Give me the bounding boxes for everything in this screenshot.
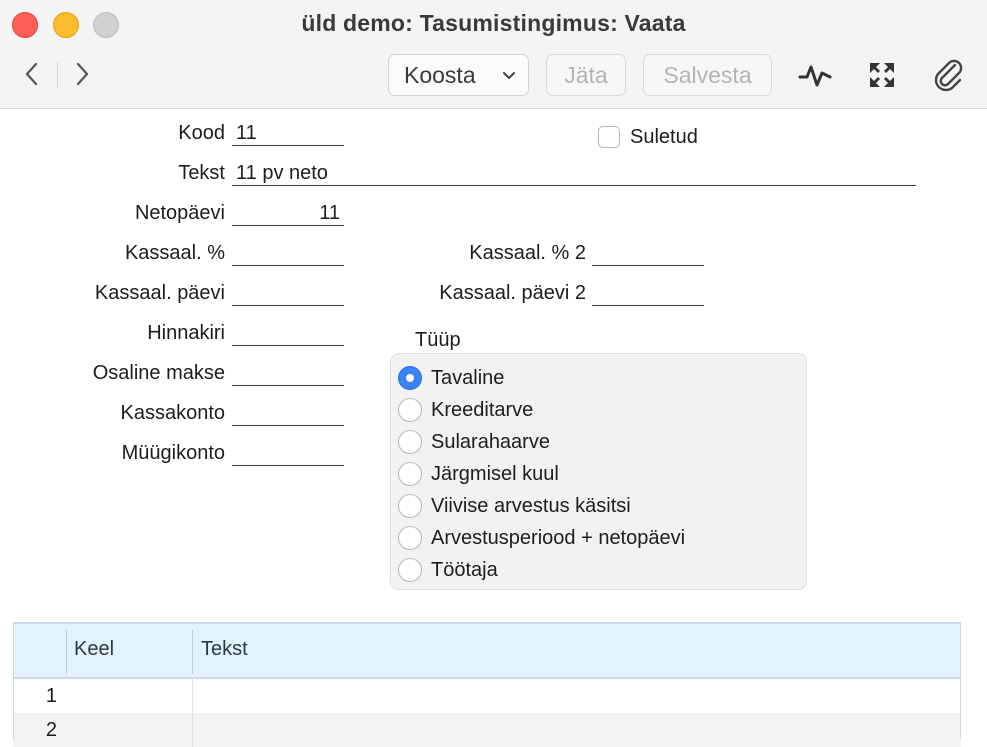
kood-value: 11 — [236, 122, 257, 144]
muugikonto-field[interactable] — [232, 441, 344, 466]
activity-button[interactable] — [796, 56, 834, 94]
fullscreen-icon — [870, 63, 894, 87]
cell-divider — [192, 713, 193, 747]
koosta-label: Koosta — [404, 62, 476, 88]
radio-option-label: Töötaja — [431, 559, 498, 581]
radio-indicator[interactable] — [398, 494, 422, 518]
kassaal-paevi2-value — [592, 282, 600, 304]
osaline-makse-label: Osaline makse — [92, 362, 225, 384]
column-header-keel: Keel — [74, 638, 115, 660]
radio-indicator[interactable] — [398, 462, 422, 486]
table-row[interactable]: 2 — [13, 713, 961, 747]
kassaal-pct-value — [232, 242, 240, 264]
radio-indicator[interactable] — [398, 430, 422, 454]
chevron-left-icon — [25, 62, 38, 86]
kassaal-pct2-label: Kassaal. % 2 — [469, 242, 586, 264]
osaline-makse-value — [232, 362, 240, 384]
radio-option-label: Arvestusperiood + netopäevi — [431, 527, 686, 549]
netopaevi-field[interactable]: 11 — [232, 201, 344, 226]
radio-option-label: Tavaline — [431, 367, 505, 389]
cell-divider — [192, 679, 193, 713]
grid-header: Keel Tekst — [13, 622, 961, 679]
column-divider — [192, 630, 193, 674]
netopaevi-value: 11 — [319, 202, 340, 224]
suletud-label: Suletud — [630, 126, 698, 148]
kassaal-paevi-value — [232, 282, 240, 304]
radio-selected-indicator[interactable] — [398, 366, 422, 390]
column-header-tekst: Tekst — [201, 638, 248, 660]
tekst-label: Tekst — [178, 162, 225, 184]
kassaal-paevi2-label: Kassaal. päevi 2 — [439, 282, 586, 304]
kood-label: Kood — [178, 122, 225, 144]
row-number: 1 — [45, 685, 57, 707]
window-titlebar: üld demo: Tasumistingimus: Vaata Koosta … — [0, 0, 987, 109]
kassaal-paevi-field[interactable] — [232, 281, 344, 306]
radio-option-label: Viivise arvestus käsitsi — [431, 495, 631, 517]
koosta-button[interactable]: Koosta — [388, 54, 529, 96]
row-number: 2 — [45, 719, 57, 741]
kood-field[interactable]: 11 — [232, 121, 344, 146]
muugikonto-label: Müügikonto — [121, 442, 225, 464]
osaline-makse-field[interactable] — [232, 361, 344, 386]
salvesta-button[interactable]: Salvesta — [643, 54, 772, 96]
netopaevi-label: Netopäevi — [134, 202, 225, 224]
column-divider — [66, 630, 67, 674]
kassaal-pct-field[interactable] — [232, 241, 344, 266]
tekst-field[interactable]: 11 pv neto — [232, 161, 916, 186]
jata-button[interactable]: Jäta — [546, 54, 626, 96]
back-button[interactable] — [17, 57, 47, 91]
suletud-checkbox[interactable] — [598, 126, 620, 148]
window-title: üld demo: Tasumistingimus: Vaata — [301, 10, 686, 36]
radio-indicator[interactable] — [398, 558, 422, 582]
kassaal-pct2-field[interactable] — [592, 241, 704, 266]
kassakonto-value — [232, 402, 240, 424]
radio-option-label: Järgmisel kuul — [431, 463, 559, 485]
kassaal-paevi-label: Kassaal. päevi — [94, 282, 225, 304]
radio-indicator[interactable] — [398, 398, 422, 422]
forward-button[interactable] — [68, 57, 98, 91]
activity-icon — [798, 65, 832, 87]
kassakonto-field[interactable] — [232, 401, 344, 426]
kassaal-pct2-value — [592, 242, 600, 264]
table-row[interactable]: 1 — [13, 679, 961, 713]
kassaal-pct-label: Kassaal. % — [124, 242, 225, 264]
tekst-value: 11 pv neto — [236, 162, 328, 184]
hinnakiri-label: Hinnakiri — [147, 322, 225, 344]
radio-option-label: Sularahaarve — [431, 431, 550, 453]
muugikonto-value — [232, 442, 240, 464]
radio-indicator[interactable] — [398, 526, 422, 550]
fullscreen-button[interactable] — [863, 56, 901, 94]
radio-option-label: Kreeditarve — [431, 399, 534, 421]
paperclip-icon — [934, 59, 963, 92]
tyyp-group-title: Tüüp — [415, 329, 461, 351]
kassakonto-label: Kassakonto — [120, 402, 225, 424]
chevron-down-icon — [503, 72, 515, 79]
kassaal-paevi2-field[interactable] — [592, 281, 704, 306]
attach-button[interactable] — [930, 56, 968, 94]
text-grid: Keel Tekst 1 2 — [13, 622, 961, 747]
hinnakiri-field[interactable] — [232, 321, 344, 346]
chevron-right-icon — [76, 62, 89, 86]
hinnakiri-value — [232, 322, 240, 344]
nav-separator — [57, 62, 58, 88]
